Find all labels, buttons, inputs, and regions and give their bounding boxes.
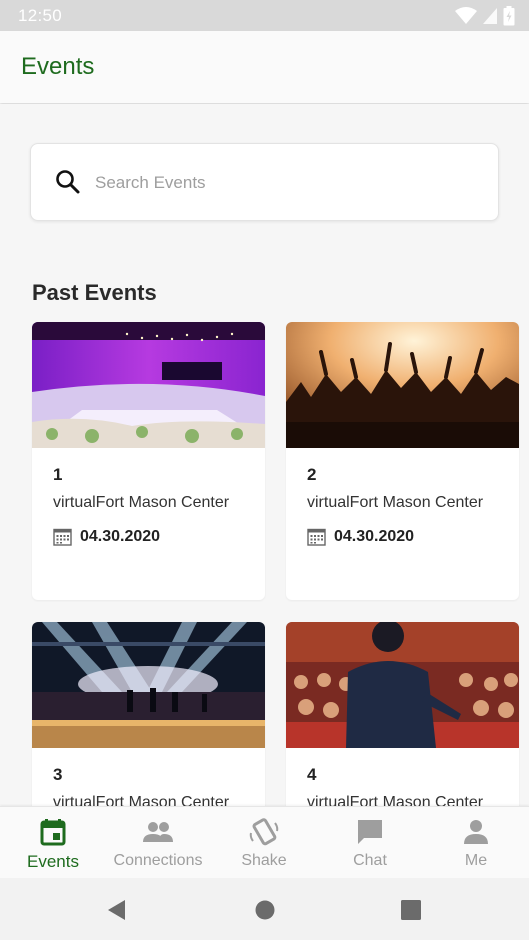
recents-icon[interactable] [399,898,423,922]
nav-tab-events[interactable]: Events [0,807,106,879]
event-image-speaker-audience [286,622,519,748]
page-title: Events [21,53,95,80]
event-card-3[interactable]: 3 virtualFort Mason Center [32,622,265,806]
event-number: 2 [307,465,317,484]
system-nav-bar [0,878,529,940]
section-title-past-events: Past Events [32,280,157,305]
status-bar: 12:50 [0,0,529,31]
event-location: virtualFort Mason Center [53,494,230,511]
search-icon [56,170,80,194]
event-image-concert-crowd [286,322,519,448]
nav-tab-chat[interactable]: Chat [317,807,423,879]
app-bar: Events [0,31,529,103]
person-icon [464,820,488,844]
people-icon [143,822,173,842]
battery-icon [503,6,515,26]
chat-bubble-icon [358,820,382,844]
cell-signal-icon [483,8,497,24]
event-card-1[interactable]: 1 virtualFort Mason Center 04.30.2020 [32,322,265,600]
nav-tab-connections[interactable]: Connections [105,807,211,879]
back-icon[interactable] [106,898,130,922]
search-box[interactable] [30,143,499,221]
event-location: virtualFort Mason Center [53,794,230,806]
bottom-nav: Events Connections Shake Chat Me [0,806,529,878]
search-input[interactable] [95,168,475,198]
event-card-4[interactable]: 4 virtualFort Mason Center [286,622,519,806]
event-image-stage-lights [32,622,265,748]
event-location: virtualFort Mason Center [307,794,484,806]
calendar-icon [40,819,66,846]
event-date: 04.30.2020 [80,527,161,545]
event-number: 3 [53,765,63,784]
event-image-wedding-hall [32,322,265,448]
event-number: 1 [53,465,63,484]
event-date-row: 04.30.2020 [53,527,160,546]
status-time: 12:50 [18,6,63,25]
status-icons [455,6,515,26]
nav-label: Shake [241,852,287,869]
event-date: 04.30.2020 [334,527,415,545]
calendar-icon [53,528,72,546]
event-date-row: 04.30.2020 [307,527,414,546]
nav-tab-shake[interactable]: Shake [211,807,317,879]
nav-tab-me[interactable]: Me [423,807,529,879]
event-card-2[interactable]: 2 virtualFort Mason Center 04.30.2020 [286,322,519,600]
events-content[interactable]: Past Events 1 vi [0,104,529,806]
nav-label: Events [27,852,79,871]
nav-label: Me [464,852,488,869]
nav-label: Connections [113,852,203,869]
home-icon[interactable] [253,898,277,922]
event-number: 4 [307,765,317,784]
shake-phone-icon [249,818,279,846]
calendar-icon [307,528,326,546]
wifi-icon [455,7,477,24]
nav-label: Chat [353,852,387,869]
event-location: virtualFort Mason Center [307,494,484,511]
